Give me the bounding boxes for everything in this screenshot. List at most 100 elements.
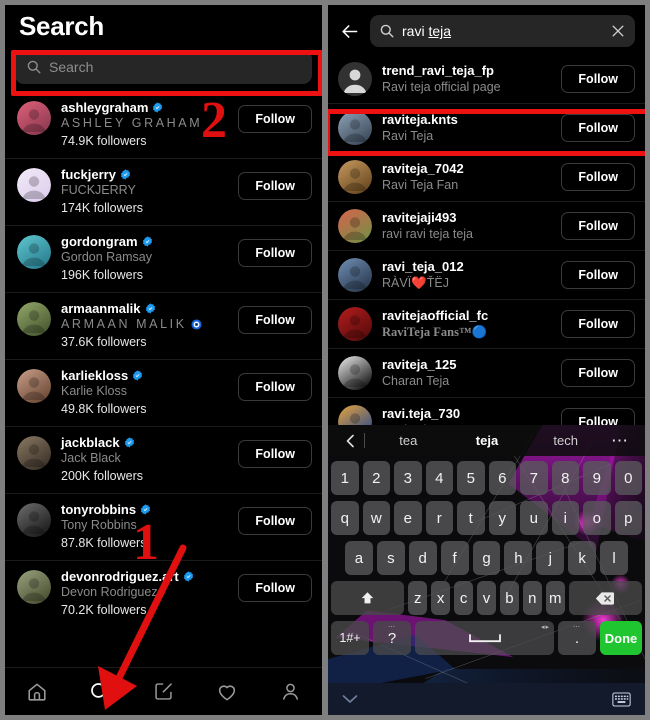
follow-button[interactable]: Follow bbox=[561, 114, 635, 142]
key-8[interactable]: 8 bbox=[551, 461, 579, 495]
follow-button[interactable]: Follow bbox=[561, 310, 635, 338]
search-input[interactable]: Search bbox=[15, 50, 312, 84]
follow-button[interactable]: Follow bbox=[238, 306, 312, 334]
key-i[interactable]: i bbox=[551, 501, 579, 535]
key-0[interactable]: 0 bbox=[614, 461, 642, 495]
suggestion-1[interactable]: teja bbox=[448, 433, 527, 448]
account-row[interactable]: jackblack Jack Black 200K followers Follow bbox=[5, 426, 322, 493]
key-t[interactable]: t bbox=[457, 501, 485, 535]
account-row[interactable]: armaanmalik ARMAAN MALIK 37.6K followers Fo… bbox=[5, 292, 322, 359]
key-l[interactable]: l bbox=[600, 541, 629, 575]
key-y[interactable]: y bbox=[488, 501, 516, 535]
key-x[interactable]: x bbox=[431, 581, 451, 615]
account-row[interactable]: devonrodriguez.art Devon Rodriguez 70.2K f… bbox=[5, 560, 322, 627]
more-dots-icon[interactable]: ⋯ bbox=[605, 431, 635, 451]
key-7[interactable]: 7 bbox=[520, 461, 548, 495]
account-row[interactable]: tonyrobbins Tony Robbins 87.8K followers Fo… bbox=[5, 493, 322, 560]
key-k[interactable]: k bbox=[568, 541, 597, 575]
account-row[interactable]: gordongram Gordon Ramsay 196K followers Fol… bbox=[5, 225, 322, 292]
account-row[interactable]: ashleygraham ASHLEY GRAHAM 74.9K followers… bbox=[5, 92, 322, 158]
search-result-row[interactable]: ravi_teja_012 RÀVÏ❤️ŤËJ Follow bbox=[328, 250, 645, 299]
key-6[interactable]: 6 bbox=[488, 461, 516, 495]
key-j[interactable]: j bbox=[536, 541, 565, 575]
key-h[interactable]: h bbox=[504, 541, 533, 575]
avatar[interactable] bbox=[338, 258, 372, 292]
search-result-row[interactable]: raviteja.knts Ravi Teja Follow bbox=[328, 103, 645, 152]
search-result-row[interactable]: raviteja_7042 Ravi Teja Fan Follow bbox=[328, 152, 645, 201]
avatar[interactable] bbox=[17, 369, 51, 403]
chevron-down-icon[interactable] bbox=[342, 694, 358, 704]
follow-button[interactable]: Follow bbox=[238, 105, 312, 133]
key-g[interactable]: g bbox=[472, 541, 501, 575]
key-s[interactable]: s bbox=[376, 541, 405, 575]
account-row[interactable]: karliekloss Karlie Kloss 49.8K followers Fo… bbox=[5, 359, 322, 426]
avatar[interactable] bbox=[17, 570, 51, 604]
follow-button[interactable]: Follow bbox=[561, 65, 635, 93]
back-button[interactable] bbox=[334, 16, 364, 46]
space-key[interactable]: ◂▸ bbox=[415, 621, 554, 655]
keyboard-icon[interactable] bbox=[612, 692, 631, 707]
avatar[interactable] bbox=[338, 209, 372, 243]
tab-activity[interactable] bbox=[212, 679, 242, 705]
avatar[interactable] bbox=[17, 436, 51, 470]
follow-button[interactable]: Follow bbox=[561, 212, 635, 240]
question-key[interactable]: ⋯ ? bbox=[373, 621, 411, 655]
delete-key[interactable] bbox=[568, 581, 642, 615]
account-row[interactable]: fuckjerry FUCKJERRY 174K followers Follow bbox=[5, 158, 322, 225]
search-result-row[interactable]: ravitejaofficial_fc RaviTeja Fans™🔵 Follow bbox=[328, 299, 645, 348]
follow-button[interactable]: Follow bbox=[238, 507, 312, 535]
follow-button[interactable]: Follow bbox=[238, 172, 312, 200]
suggestion-0[interactable]: tea bbox=[369, 433, 448, 448]
follow-button[interactable]: Follow bbox=[561, 163, 635, 191]
avatar[interactable] bbox=[338, 62, 372, 96]
suggestion-prev-button[interactable] bbox=[338, 434, 364, 448]
avatar[interactable] bbox=[17, 503, 51, 537]
close-icon[interactable] bbox=[611, 24, 625, 38]
key-9[interactable]: 9 bbox=[583, 461, 611, 495]
key-z[interactable]: z bbox=[408, 581, 428, 615]
follow-button[interactable]: Follow bbox=[238, 440, 312, 468]
key-a[interactable]: a bbox=[345, 541, 373, 575]
avatar[interactable] bbox=[17, 302, 51, 336]
suggestion-2[interactable]: tech bbox=[526, 433, 605, 448]
avatar[interactable] bbox=[338, 111, 372, 145]
key-u[interactable]: u bbox=[520, 501, 548, 535]
key-f[interactable]: f bbox=[440, 541, 469, 575]
key-w[interactable]: w bbox=[362, 501, 390, 535]
key-5[interactable]: 5 bbox=[457, 461, 485, 495]
follow-button[interactable]: Follow bbox=[238, 574, 312, 602]
key-m[interactable]: m bbox=[545, 581, 565, 615]
follow-button[interactable]: Follow bbox=[561, 261, 635, 289]
key-b[interactable]: b bbox=[499, 581, 519, 615]
follow-button[interactable]: Follow bbox=[561, 359, 635, 387]
key-2[interactable]: 2 bbox=[362, 461, 390, 495]
key-4[interactable]: 4 bbox=[425, 461, 453, 495]
shift-key[interactable] bbox=[331, 581, 405, 615]
avatar[interactable] bbox=[17, 101, 51, 135]
key-c[interactable]: c bbox=[454, 581, 474, 615]
key-e[interactable]: e bbox=[394, 501, 422, 535]
tab-search[interactable] bbox=[85, 679, 115, 705]
tab-create[interactable] bbox=[148, 679, 178, 705]
search-result-row[interactable]: trend_ravi_teja_fp Ravi teja official pag… bbox=[328, 55, 645, 103]
key-1[interactable]: 1 bbox=[331, 461, 359, 495]
avatar[interactable] bbox=[338, 356, 372, 390]
key-q[interactable]: q bbox=[331, 501, 359, 535]
avatar[interactable] bbox=[17, 168, 51, 202]
key-o[interactable]: o bbox=[583, 501, 611, 535]
search-result-row[interactable]: raviteja_125 Charan Teja Follow bbox=[328, 348, 645, 397]
key-n[interactable]: n bbox=[522, 581, 542, 615]
follow-button[interactable]: Follow bbox=[238, 373, 312, 401]
symbols-key[interactable]: 1#+ bbox=[331, 621, 369, 655]
key-3[interactable]: 3 bbox=[394, 461, 422, 495]
key-d[interactable]: d bbox=[408, 541, 437, 575]
avatar[interactable] bbox=[338, 160, 372, 194]
avatar[interactable] bbox=[17, 235, 51, 269]
avatar[interactable] bbox=[338, 307, 372, 341]
period-key[interactable]: ⋯ . bbox=[558, 621, 596, 655]
tab-profile[interactable] bbox=[275, 679, 305, 705]
done-key[interactable]: Done bbox=[600, 621, 642, 655]
key-r[interactable]: r bbox=[425, 501, 453, 535]
search-result-row[interactable]: ravitejaji493 ravi ravi teja teja Follow bbox=[328, 201, 645, 250]
key-v[interactable]: v bbox=[477, 581, 496, 615]
